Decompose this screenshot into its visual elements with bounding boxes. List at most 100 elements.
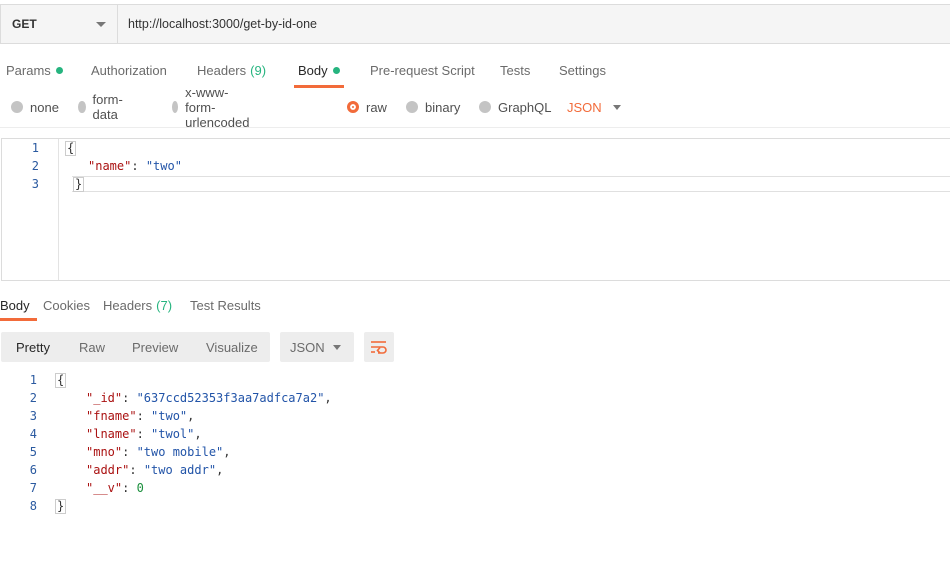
tab-test-results[interactable]: Test Results xyxy=(190,290,261,321)
json-key: "name" xyxy=(88,159,132,173)
radio-binary[interactable]: binary xyxy=(406,96,460,118)
tab-authorization[interactable]: Authorization xyxy=(91,52,167,88)
json-comma: , xyxy=(324,391,332,405)
json-comma: , xyxy=(216,463,224,477)
tab-response-body[interactable]: Body xyxy=(0,290,37,321)
status-dot-icon xyxy=(332,66,340,74)
response-line: 6 "addr": "two addr", xyxy=(0,461,950,479)
http-method-select[interactable]: GET xyxy=(1,5,118,43)
line-number: 2 xyxy=(29,391,37,405)
radio-label: binary xyxy=(425,99,461,115)
response-body-viewer[interactable]: 1 { 2 "_id": "637ccd52353f3aa7adfca7a2",… xyxy=(0,371,950,521)
line-number: 2 xyxy=(31,159,39,173)
json-key: "lname" xyxy=(86,427,137,441)
tab-tests[interactable]: Tests xyxy=(500,52,530,88)
json-brace: { xyxy=(65,140,77,156)
chevron-down-icon xyxy=(333,345,341,350)
status-dot-icon xyxy=(55,66,63,74)
tab-cookies[interactable]: Cookies xyxy=(43,290,90,321)
json-comma: , xyxy=(223,445,231,459)
json-key: "__v" xyxy=(86,481,123,495)
tab-count: (7) xyxy=(156,298,173,313)
response-line: 7 "__v": 0 xyxy=(0,479,950,497)
json-entry: "addr": "two addr", xyxy=(86,463,224,477)
divider xyxy=(0,127,950,128)
tab-label: Headers xyxy=(103,298,153,313)
response-line: 8 } xyxy=(0,497,950,515)
line-number: 3 xyxy=(29,409,37,423)
json-entry: "fname": "two", xyxy=(86,409,195,423)
body-format-select[interactable]: JSON xyxy=(567,96,621,118)
view-raw-button[interactable]: Raw xyxy=(79,332,105,362)
json-comma: , xyxy=(187,409,195,423)
radio-raw[interactable]: raw xyxy=(347,96,387,118)
editor-line: 2 "name": "two" xyxy=(2,157,950,175)
tab-label: Settings xyxy=(559,62,606,78)
response-line: 1 { xyxy=(0,371,950,389)
radio-icon xyxy=(11,101,23,113)
json-entry: "lname": "twol", xyxy=(86,427,202,441)
request-url-bar: GET http://localhost:3000/get-by-id-one xyxy=(0,4,950,44)
radio-graphql[interactable]: GraphQL xyxy=(479,96,551,118)
wrap-lines-icon xyxy=(371,341,387,354)
view-pretty-button[interactable]: Pretty xyxy=(16,332,50,362)
line-number: 7 xyxy=(29,481,37,495)
json-brace: { xyxy=(55,372,67,388)
radio-label: raw xyxy=(366,99,387,115)
url-text: http://localhost:3000/get-by-id-one xyxy=(128,17,318,31)
tab-label: Test Results xyxy=(190,298,261,313)
response-line: 4 "lname": "twol", xyxy=(0,425,950,443)
line-number: 6 xyxy=(29,463,37,477)
response-line: 3 "fname": "two", xyxy=(0,407,950,425)
tab-params[interactable]: Params xyxy=(6,52,63,88)
request-body-editor[interactable]: 1 { 2 "name": "two" 3 } xyxy=(1,138,950,281)
radio-label: GraphQL xyxy=(498,99,552,115)
wrap-lines-button[interactable] xyxy=(364,332,394,362)
radio-icon xyxy=(406,101,418,113)
json-entry: "name": "two" xyxy=(88,159,182,173)
json-key: "mno" xyxy=(86,445,123,459)
view-visualize-button[interactable]: Visualize xyxy=(206,332,258,362)
radio-label: form-data xyxy=(92,92,123,122)
url-input[interactable]: http://localhost:3000/get-by-id-one xyxy=(118,5,950,43)
radio-x-www-form-urlencoded[interactable]: x-www-form-urlencoded xyxy=(172,85,255,130)
radio-none[interactable]: none xyxy=(11,96,59,118)
radio-label: x-www-form-urlencoded xyxy=(185,84,250,130)
json-entry: "__v": 0 xyxy=(86,481,144,495)
json-comma: , xyxy=(194,427,202,441)
json-key: "addr" xyxy=(86,463,130,477)
http-method-label: GET xyxy=(12,17,37,31)
response-line: 5 "mno": "two mobile", xyxy=(0,443,950,461)
tab-label: Authorization xyxy=(91,62,167,78)
radio-label: none xyxy=(30,99,59,115)
chevron-down-icon xyxy=(612,104,621,110)
editor-line: 3 } xyxy=(2,175,950,193)
tab-label: Body xyxy=(0,298,30,313)
json-key: "_id" xyxy=(86,391,123,405)
line-number: 4 xyxy=(29,427,37,441)
response-format-select[interactable]: JSON xyxy=(280,332,354,362)
tab-settings[interactable]: Settings xyxy=(559,52,606,88)
tab-pre-request-script[interactable]: Pre-request Script xyxy=(370,52,475,88)
line-number: 1 xyxy=(29,373,37,387)
json-string-value: "two" xyxy=(151,409,188,423)
view-preview-button[interactable]: Preview xyxy=(132,332,178,362)
line-number: 8 xyxy=(29,499,37,513)
tab-count: (9) xyxy=(250,62,267,78)
json-entry: "_id": "637ccd52353f3aa7adfca7a2", xyxy=(86,391,332,405)
json-string-value: "two mobile" xyxy=(136,445,224,459)
tab-label: Headers xyxy=(197,62,247,78)
response-line: 2 "_id": "637ccd52353f3aa7adfca7a2", xyxy=(0,389,950,407)
json-number-value: 0 xyxy=(136,481,144,495)
radio-form-data[interactable]: form-data xyxy=(78,92,127,122)
line-number: 5 xyxy=(29,445,37,459)
json-brace: } xyxy=(73,176,85,192)
tab-body[interactable]: Body xyxy=(294,52,344,88)
tab-response-headers[interactable]: Headers (7) xyxy=(103,290,172,321)
tab-label: Tests xyxy=(500,62,531,78)
tab-headers[interactable]: Headers (9) xyxy=(197,52,266,88)
radio-icon xyxy=(479,101,491,113)
view-mode-group: Pretty Raw Preview Visualize xyxy=(1,332,270,362)
chevron-down-icon xyxy=(96,22,106,27)
response-format-label: JSON xyxy=(290,339,325,355)
